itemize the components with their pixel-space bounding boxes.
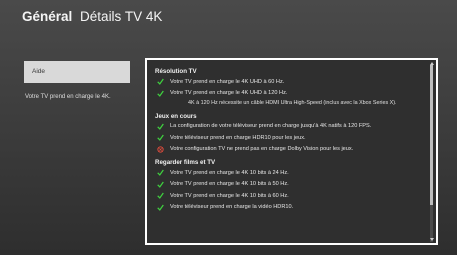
error-circle-icon: [155, 144, 165, 154]
list-item: Votre configuration TV ne prend pas en c…: [155, 144, 424, 156]
checkmark-icon: [155, 77, 165, 87]
list-item: Votre TV prend en charge le 4K UHD à 60 …: [155, 76, 424, 88]
checkmark-icon: [155, 191, 165, 201]
list-item-text: Votre téléviseur prend en charge HDR10 p…: [170, 134, 306, 141]
list-item-text: Votre configuration TV ne prend pas en c…: [170, 146, 354, 153]
list-item-text: Votre TV prend en charge le 4K 10 bits à…: [170, 181, 289, 188]
list-item: La configuration de votre téléviseur pre…: [155, 121, 424, 133]
checkmark-icon: [155, 133, 165, 143]
list-item: Votre TV prend en charge le 4K 10 bits à…: [155, 190, 424, 202]
tv-support-summary: Votre TV prend en charge le 4K.: [25, 94, 111, 100]
list-item-text: Votre TV prend en charge le 4K UHD à 60 …: [170, 78, 285, 85]
scrollbar-thumb[interactable]: [430, 65, 433, 205]
section-title-resolution: Résolution TV: [155, 68, 197, 75]
section-title-games: Jeux en cours: [155, 112, 197, 120]
scroll-down-arrow-icon[interactable]: [430, 238, 434, 241]
scrollbar[interactable]: [430, 65, 433, 242]
list-item-text: La configuration de votre téléviseur pre…: [170, 123, 372, 130]
section-title-movies: Regarder films et TV: [155, 159, 216, 166]
checkmark-icon: [155, 88, 165, 98]
checkmark-icon: [155, 168, 165, 178]
help-button[interactable]: Aide: [24, 61, 130, 83]
page-header: Général Détails TV 4K: [22, 9, 162, 24]
list-item: Votre téléviseur prend en charge HDR10 p…: [155, 132, 424, 144]
list-item-text: Votre TV prend en charge le 4K 10 bits à…: [170, 169, 289, 176]
hdmi-cable-note: 4K à 120 Hz nécessite un câble HDMI Ultr…: [188, 100, 397, 106]
list-item: Votre TV prend en charge le 4K 10 bits à…: [155, 167, 424, 179]
list-item: Votre téléviseur prend en charge la vidé…: [155, 202, 424, 214]
list-item-text: Votre téléviseur prend en charge la vidé…: [170, 204, 294, 211]
checkmark-icon: [155, 121, 165, 131]
category-title: Général: [22, 9, 73, 24]
list-item: Votre TV prend en charge le 4K UHD à 120…: [155, 88, 424, 100]
checkmark-icon: [155, 179, 165, 189]
help-button-label: Aide: [32, 68, 46, 75]
list-item: Votre TV prend en charge le 4K 10 bits à…: [155, 179, 424, 191]
list-item-text: Votre TV prend en charge le 4K UHD à 120…: [170, 90, 288, 97]
details-panel[interactable]: Résolution TV Votre TV prend en charge l…: [145, 58, 438, 245]
details-list: Résolution TV Votre TV prend en charge l…: [155, 67, 424, 213]
list-item-text: Votre TV prend en charge le 4K 10 bits à…: [170, 192, 289, 199]
page-title: Détails TV 4K: [80, 9, 163, 24]
checkmark-icon: [155, 202, 165, 212]
